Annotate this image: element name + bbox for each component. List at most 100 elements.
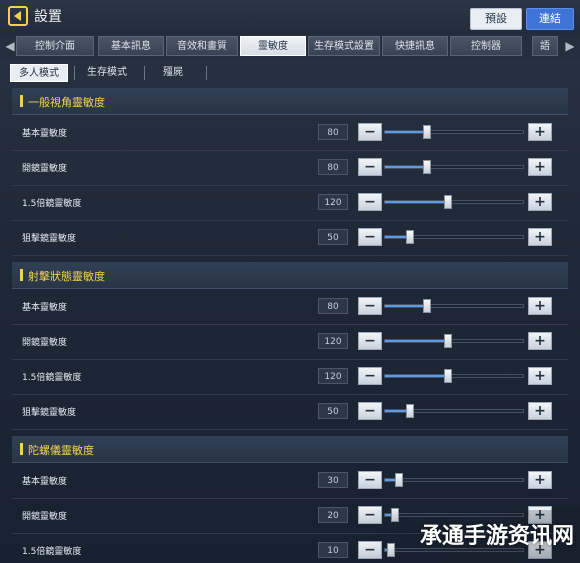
sensitivity-row: 狙擊鏡靈敏度 50− +	[12, 221, 568, 256]
tab-4[interactable]: 生存模式設置	[308, 36, 380, 56]
slider-fill	[385, 201, 448, 203]
header-bar: 設置 預設 連結	[0, 0, 580, 34]
plus-icon[interactable]: +	[528, 123, 552, 141]
mode-tabs: 多人模式 生存模式 殭屍	[0, 58, 580, 88]
row-label: 狙擊鏡靈敏度	[22, 234, 77, 244]
subtab-divider	[206, 66, 207, 80]
sensitivity-slider[interactable]	[384, 230, 524, 244]
value-field[interactable]: 20	[318, 507, 348, 523]
slider-handle[interactable]	[423, 299, 431, 313]
plus-icon[interactable]: +	[528, 367, 552, 385]
plus-icon[interactable]: +	[528, 402, 552, 420]
section-accent-bar	[20, 269, 23, 281]
preset-button[interactable]: 預設	[470, 8, 522, 30]
row-label: 基本靈敏度	[22, 303, 68, 313]
sensitivity-slider[interactable]	[384, 473, 524, 487]
slider-fill	[385, 375, 448, 377]
slider-handle[interactable]	[444, 334, 452, 348]
value-field[interactable]: 50	[318, 403, 348, 419]
sensitivity-panel: 一般視角靈敏度 基本靈敏度 80− + 開鏡靈敏度 80− +1.5倍鏡靈敏度 120− + 狙擊…	[12, 88, 568, 563]
row-label: 狙擊鏡靈敏度	[22, 408, 77, 418]
row-label: 1.5倍鏡靈敏度	[22, 199, 82, 209]
value-field[interactable]: 80	[318, 159, 348, 175]
tab-1[interactable]: 基本訊息	[98, 36, 164, 56]
tab-3[interactable]: 靈敏度	[240, 36, 306, 56]
value-field[interactable]: 30	[318, 472, 348, 488]
minus-icon[interactable]: −	[358, 228, 382, 246]
chevron-right-icon[interactable]: ▶	[564, 36, 576, 56]
value-field[interactable]: 80	[318, 124, 348, 140]
value-field[interactable]: 120	[318, 333, 348, 349]
value-field[interactable]: 50	[318, 229, 348, 245]
minus-icon[interactable]: −	[358, 158, 382, 176]
slider-fill	[385, 340, 448, 342]
slider-handle[interactable]	[423, 160, 431, 174]
sensitivity-row: 狙擊鏡靈敏度 50− +	[12, 395, 568, 430]
sensitivity-slider[interactable]	[384, 404, 524, 418]
slider-handle[interactable]	[406, 404, 415, 418]
watermark: 承通手游资讯网	[350, 510, 580, 563]
sensitivity-slider[interactable]	[384, 334, 524, 348]
slider-handle[interactable]	[406, 230, 415, 244]
settings-screen: 設置 預設 連結 ◀ 控制介面 基本訊息 音效和畫質 靈敏度 生存模式設置 快捷訊息 控制器…	[0, 0, 580, 563]
plus-icon[interactable]: +	[528, 158, 552, 176]
subtab-1[interactable]: 生存模式	[76, 64, 138, 82]
tab-5[interactable]: 快捷訊息	[382, 36, 448, 56]
value-field[interactable]: 120	[318, 368, 348, 384]
sensitivity-row: 1.5倍鏡靈敏度 120− +	[12, 186, 568, 221]
section-header: 陀螺儀靈敏度	[12, 436, 568, 463]
slider-handle[interactable]	[395, 473, 403, 487]
tab-2[interactable]: 音效和畫質	[166, 36, 238, 56]
plus-icon[interactable]: +	[528, 471, 552, 489]
sensitivity-row: 開鏡靈敏度 120− +	[12, 325, 568, 360]
row-label: 開鏡靈敏度	[22, 338, 68, 348]
minus-icon[interactable]: −	[358, 297, 382, 315]
subtab-2[interactable]: 殭屍	[146, 64, 200, 82]
slider-fill	[385, 166, 427, 168]
row-label: 1.5倍鏡靈敏度	[22, 547, 82, 557]
sensitivity-slider[interactable]	[384, 299, 524, 313]
chevron-left-icon[interactable]: ◀	[4, 36, 16, 56]
sensitivity-row: 1.5倍鏡靈敏度 120− +	[12, 360, 568, 395]
value-field[interactable]: 120	[318, 194, 348, 210]
plus-icon[interactable]: +	[528, 332, 552, 350]
tab-0[interactable]: 控制介面	[16, 36, 94, 56]
section-header: 射擊狀態靈敏度	[12, 262, 568, 289]
slider-handle[interactable]	[423, 125, 431, 139]
value-field[interactable]: 10	[318, 542, 348, 558]
sensitivity-row: 基本靈敏度 80− +	[12, 116, 568, 151]
plus-icon[interactable]: +	[528, 193, 552, 211]
section-header: 一般視角靈敏度	[12, 88, 568, 115]
row-label: 開鏡靈敏度	[22, 164, 68, 174]
tab-6[interactable]: 控制器	[450, 36, 522, 56]
minus-icon[interactable]: −	[358, 471, 382, 489]
subtab-divider	[144, 66, 145, 80]
minus-icon[interactable]: −	[358, 402, 382, 420]
minus-icon[interactable]: −	[358, 123, 382, 141]
section-title: 一般視角靈敏度	[28, 96, 105, 109]
minus-icon[interactable]: −	[358, 193, 382, 211]
slider-handle[interactable]	[444, 369, 452, 383]
slider-handle[interactable]	[444, 195, 452, 209]
sensitivity-slider[interactable]	[384, 125, 524, 139]
sensitivity-row: 基本靈敏度 30− +	[12, 464, 568, 499]
plus-icon[interactable]: +	[528, 297, 552, 315]
section-accent-bar	[20, 95, 23, 107]
sensitivity-slider[interactable]	[384, 160, 524, 174]
row-label: 開鏡靈敏度	[22, 512, 68, 522]
tab-7[interactable]: 語	[532, 36, 558, 56]
back-arrow-icon[interactable]	[8, 6, 28, 26]
sensitivity-slider[interactable]	[384, 369, 524, 383]
minus-icon[interactable]: −	[358, 367, 382, 385]
value-field[interactable]: 80	[318, 298, 348, 314]
slider-fill	[385, 131, 427, 133]
connect-button[interactable]: 連結	[526, 8, 574, 30]
sensitivity-slider[interactable]	[384, 195, 524, 209]
plus-icon[interactable]: +	[528, 228, 552, 246]
page-title: 設置	[34, 9, 62, 25]
subtab-0[interactable]: 多人模式	[10, 64, 68, 82]
subtab-divider	[74, 66, 75, 80]
tab-bar: ◀ 控制介面 基本訊息 音效和畫質 靈敏度 生存模式設置 快捷訊息 控制器語 ▶	[0, 34, 580, 58]
minus-icon[interactable]: −	[358, 332, 382, 350]
section-title: 射擊狀態靈敏度	[28, 270, 105, 283]
